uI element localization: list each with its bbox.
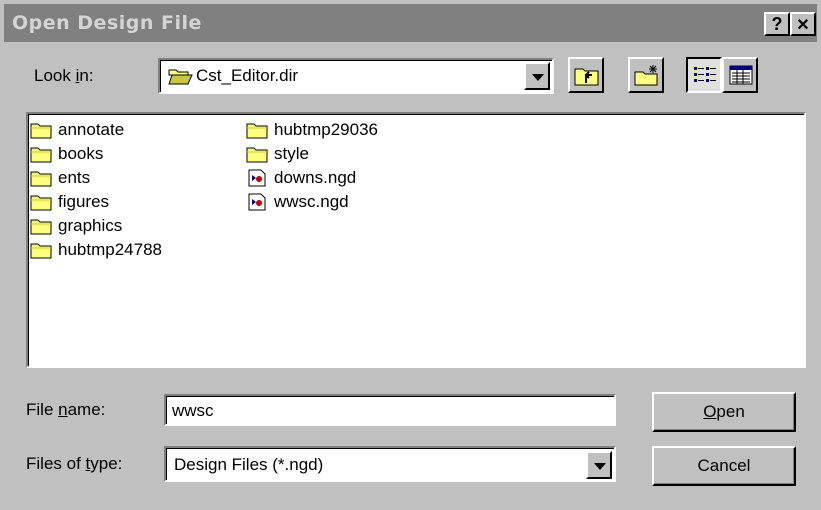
file-item-name: annotate xyxy=(58,120,125,139)
file-list-item[interactable]: books xyxy=(30,142,103,166)
file-item-name: graphics xyxy=(58,216,123,235)
cancel-button[interactable]: Cancel xyxy=(652,446,796,486)
folder-icon xyxy=(30,243,52,259)
files-of-type-label: Files of type: xyxy=(26,454,123,473)
dialog-title: Open Design File xyxy=(12,12,202,34)
file-list-item[interactable]: hubtmp24788 xyxy=(30,238,162,262)
file-list-item[interactable]: style xyxy=(246,142,309,166)
list-view-icon xyxy=(694,67,716,82)
new-folder-icon xyxy=(634,65,658,86)
open-folder-icon xyxy=(168,69,193,85)
folder-icon xyxy=(246,147,268,163)
file-item-name: downs.ngd xyxy=(274,168,357,187)
open-button[interactable]: Open xyxy=(652,392,796,432)
details-view-icon xyxy=(729,65,753,85)
folder-icon xyxy=(30,147,52,163)
file-list-item[interactable]: figures xyxy=(30,190,109,214)
design-file-icon xyxy=(248,169,266,187)
folder-icon xyxy=(30,219,52,235)
open-design-file-dialog: Open Design File ? ✕ Look in: Cst_Editor… xyxy=(0,0,821,510)
file-name-label: File name: xyxy=(26,400,106,419)
folder-icon xyxy=(246,123,268,139)
file-item-name: figures xyxy=(58,192,110,211)
files-of-type-value: Design Files (*.ngd) xyxy=(174,455,324,474)
look-in-label: Look in: xyxy=(34,66,94,85)
folder-icon xyxy=(30,195,52,211)
details-view-button[interactable] xyxy=(722,57,758,93)
design-file-icon xyxy=(248,193,266,211)
title-bar[interactable]: Open Design File ? ✕ xyxy=(4,4,817,42)
file-list-item[interactable]: ents xyxy=(30,166,90,190)
help-button[interactable]: ? xyxy=(764,12,790,36)
files-of-type-dropdown-button[interactable] xyxy=(586,451,612,479)
look-in-value: Cst_Editor.dir xyxy=(196,66,299,85)
file-name-value: wwsc xyxy=(172,401,214,420)
file-item-name: style xyxy=(274,144,309,163)
file-list-item[interactable]: graphics xyxy=(30,214,122,238)
folder-icon xyxy=(30,171,52,187)
file-list[interactable]: annotate books ents figures graphics hubtmp24… xyxy=(26,112,806,368)
look-in-dropdown-button[interactable] xyxy=(524,62,550,90)
close-icon: ✕ xyxy=(796,17,810,34)
file-name-input[interactable]: wwsc xyxy=(164,394,616,426)
look-in-combo[interactable]: Cst_Editor.dir xyxy=(158,58,554,94)
file-list-item[interactable]: wwsc.ngd xyxy=(246,190,349,214)
file-item-name: hubtmp29036 xyxy=(274,120,378,139)
file-item-name: books xyxy=(58,144,104,163)
up-one-level-button[interactable] xyxy=(568,57,604,93)
create-new-folder-button[interactable] xyxy=(628,57,664,93)
file-item-name: wwsc.ngd xyxy=(274,192,349,211)
file-list-item[interactable]: annotate xyxy=(30,118,124,142)
files-of-type-combo[interactable]: Design Files (*.ngd) xyxy=(164,446,616,482)
file-list-item[interactable]: hubtmp29036 xyxy=(246,118,378,142)
list-view-button[interactable] xyxy=(686,57,722,93)
file-list-item[interactable]: downs.ngd xyxy=(246,166,356,190)
file-item-name: ents xyxy=(58,168,91,187)
up-folder-icon xyxy=(574,68,599,86)
file-item-name: hubtmp24788 xyxy=(58,240,162,259)
close-button[interactable]: ✕ xyxy=(790,12,816,36)
folder-icon xyxy=(30,123,52,139)
